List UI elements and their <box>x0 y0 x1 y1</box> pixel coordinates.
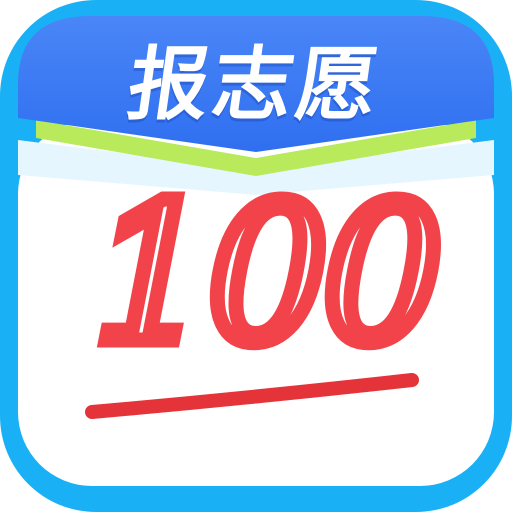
app-icon[interactable]: 报志愿 100 <box>0 0 512 512</box>
app-icon-artwork <box>0 0 512 512</box>
